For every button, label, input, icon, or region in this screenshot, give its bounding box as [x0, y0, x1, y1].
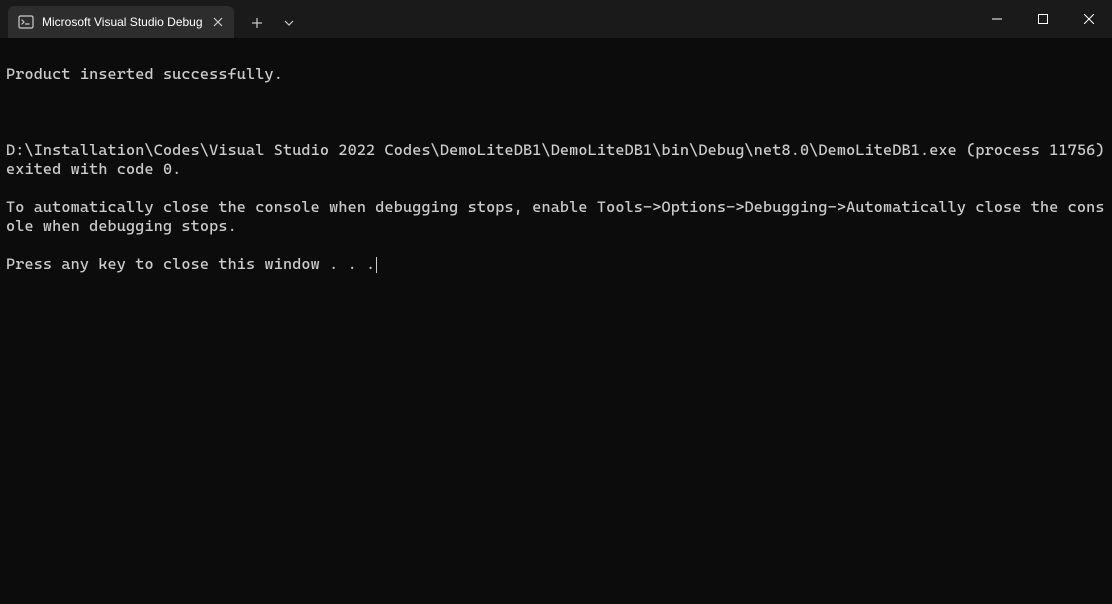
- console-line: Product inserted successfully.: [6, 65, 1106, 84]
- close-window-button[interactable]: [1066, 0, 1112, 38]
- new-tab-button[interactable]: [242, 8, 272, 38]
- maximize-button[interactable]: [1020, 0, 1066, 38]
- console-line: To automatically close the console when …: [6, 198, 1106, 236]
- terminal-icon: [18, 14, 34, 30]
- window-controls: [974, 0, 1112, 38]
- tab-area: Microsoft Visual Studio Debug: [0, 0, 974, 38]
- minimize-button[interactable]: [974, 0, 1020, 38]
- titlebar: Microsoft Visual Studio Debug: [0, 0, 1112, 38]
- console-line: Press any key to close this window . . .: [6, 255, 377, 273]
- tab-title: Microsoft Visual Studio Debug: [42, 15, 202, 29]
- cursor: [376, 257, 377, 273]
- console-line: D:\Installation\Codes\Visual Studio 2022…: [6, 141, 1106, 179]
- blank-line: [6, 103, 1106, 122]
- tab-dropdown-button[interactable]: [274, 8, 304, 38]
- tab-controls: [238, 8, 308, 38]
- terminal-tab[interactable]: Microsoft Visual Studio Debug: [8, 6, 234, 38]
- console-output[interactable]: Product inserted successfully. D:\Instal…: [0, 38, 1112, 282]
- close-tab-button[interactable]: [210, 14, 226, 30]
